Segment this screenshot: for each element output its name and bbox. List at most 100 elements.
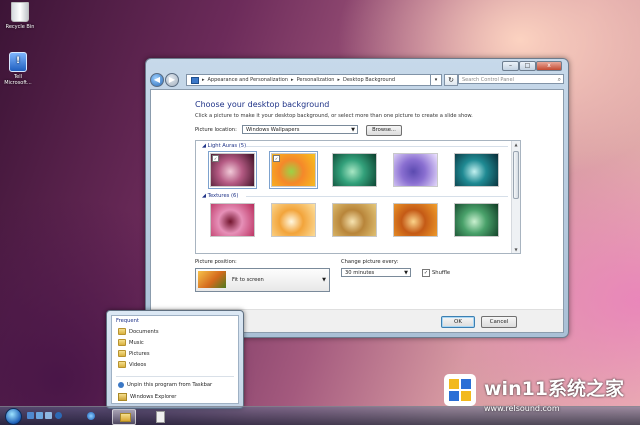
thumbnail-checkbox[interactable]: ✓ <box>212 155 219 162</box>
quick-launch-icon[interactable] <box>45 412 52 419</box>
wallpaper-thumbnail[interactable] <box>454 153 499 187</box>
cancel-button[interactable]: Cancel <box>481 316 517 328</box>
folder-icon <box>118 350 126 357</box>
wallpaper-thumbnail[interactable] <box>393 153 438 187</box>
group-header-light-auras[interactable]: ◢ Light Auras (5) <box>202 143 246 149</box>
window-controls: – □ x <box>502 61 562 71</box>
browse-button[interactable]: Browse... <box>366 125 402 136</box>
tell-microsoft-desktop-icon[interactable]: ! Tell Microsoft... <box>1 52 35 86</box>
windows-explorer-item[interactable]: Windows Explorer <box>118 393 176 401</box>
thumbnail-checkbox[interactable]: ✓ <box>273 155 280 162</box>
folder-icon <box>118 339 126 346</box>
group-header-textures[interactable]: ◢ Textures (6) <box>202 193 238 199</box>
internet-explorer-icon[interactable] <box>55 412 62 419</box>
page-title: Choose your desktop background <box>195 100 330 109</box>
jump-item-label: Documents <box>129 328 159 335</box>
feedback-icon: ! <box>9 52 27 72</box>
wallpaper-thumbnail[interactable] <box>210 203 255 237</box>
show-desktop-icon[interactable] <box>27 412 34 419</box>
jump-list-section-title: Frequent <box>116 318 139 324</box>
close-button[interactable]: x <box>536 61 562 71</box>
maximize-button[interactable]: □ <box>519 61 536 71</box>
wallpaper-thumbnail[interactable] <box>332 203 377 237</box>
scroll-up-arrow-icon[interactable]: ▲ <box>512 142 520 147</box>
windows-logo-icon <box>444 374 476 406</box>
jump-item-documents[interactable]: Documents <box>118 328 159 335</box>
taskbar-control-panel[interactable] <box>148 409 170 423</box>
control-panel-icon <box>191 76 199 84</box>
wallpaper-thumbnail[interactable] <box>393 203 438 237</box>
picture-location-label: Picture location: <box>195 127 237 133</box>
collapse-triangle-icon: ◢ <box>202 143 206 149</box>
watermark-url: www.relsound.com <box>484 404 560 413</box>
watermark-title: win11系统之家 <box>484 378 625 400</box>
document-icon <box>156 411 165 423</box>
folder-icon <box>120 413 131 422</box>
jump-task-label: Windows Explorer <box>130 394 177 400</box>
desktop-icon-label: Recycle Bin <box>5 24 35 30</box>
ok-button[interactable]: OK <box>441 316 475 328</box>
picture-position-select[interactable]: Fit to screen ▼ <box>195 268 330 292</box>
jump-item-pictures[interactable]: Pictures <box>118 350 150 357</box>
scroll-down-arrow-icon[interactable]: ▼ <box>512 247 520 252</box>
jump-item-videos[interactable]: Videos <box>118 361 146 368</box>
breadcrumb-personalization[interactable]: Personalization <box>297 77 335 83</box>
folder-icon <box>118 361 126 368</box>
search-icon: ⌕ <box>557 76 561 83</box>
breadcrumb-appearance[interactable]: Appearance and Personalization <box>208 77 289 83</box>
jump-list-divider <box>116 376 234 377</box>
unpin-from-taskbar-item[interactable]: Unpin this program from Taskbar <box>118 382 212 388</box>
picture-position-preview <box>198 271 226 288</box>
wallpaper-thumbnail[interactable] <box>332 153 377 187</box>
picture-location-value: Windows Wallpapers <box>246 127 300 133</box>
chevron-down-icon: ▼ <box>322 277 326 283</box>
folder-icon <box>118 328 126 335</box>
shuffle-option[interactable]: ✓ Shuffle <box>422 269 450 277</box>
minimize-button[interactable]: – <box>502 61 519 71</box>
search-input[interactable]: Search Control Panel ⌕ <box>458 74 564 84</box>
wallpaper-thumbnail[interactable]: ✓ <box>208 151 257 189</box>
group-name: Textures (6) <box>207 193 239 199</box>
taskbar-windows-explorer[interactable] <box>112 409 136 425</box>
breadcrumb-separator: ▸ <box>337 77 340 83</box>
recycle-bin-desktop-icon[interactable]: Recycle Bin <box>3 2 37 30</box>
desktop-background-window: – □ x ◀ ▶ ▸ Appearance and Personalizati… <box>145 58 569 338</box>
wallpaper-thumbnail[interactable]: ✓ <box>269 151 318 189</box>
content-pane: Choose your desktop background Click a p… <box>150 89 564 333</box>
switch-windows-icon[interactable] <box>36 412 43 419</box>
jump-item-label: Music <box>129 339 144 346</box>
wallpaper-gallery: ◢ Light Auras (5) ◢ Textures (6) ▲ ▼ ✓ ✓ <box>195 140 521 254</box>
refresh-button[interactable]: ↻ <box>444 74 458 86</box>
wallpaper-thumbnail[interactable] <box>210 253 255 254</box>
group-divider <box>246 146 508 147</box>
shuffle-checkbox[interactable]: ✓ <box>422 269 430 277</box>
chevron-down-icon: ▾ <box>434 77 438 83</box>
gallery-scrollbar[interactable]: ▲ ▼ <box>511 141 520 253</box>
picture-position-value: Fit to screen <box>232 277 264 283</box>
taskbar-internet-explorer[interactable] <box>80 409 102 423</box>
refresh-icon: ↻ <box>448 76 454 84</box>
picture-position-label: Picture position: <box>195 259 237 265</box>
jump-item-label: Videos <box>129 361 147 368</box>
group-divider <box>246 196 508 197</box>
wallpaper-thumbnail[interactable] <box>271 203 316 237</box>
explorer-jump-list: Frequent Documents Music Pictures Videos… <box>106 310 244 409</box>
desktop-icon-label: Tell Microsoft... <box>4 74 32 86</box>
forward-button[interactable]: ▶ <box>165 73 179 87</box>
chevron-down-icon: ▼ <box>404 270 408 276</box>
picture-location-select[interactable]: Windows Wallpapers ▼ <box>242 125 358 134</box>
search-placeholder: Search Control Panel <box>462 77 514 83</box>
breadcrumb-desktop-background[interactable]: Desktop Background <box>343 77 395 83</box>
wallpaper-thumbnail[interactable] <box>454 203 499 237</box>
address-bar[interactable]: ▸ Appearance and Personalization ▸ Perso… <box>186 74 436 86</box>
address-dropdown-button[interactable]: ▾ <box>430 74 442 86</box>
shuffle-label: Shuffle <box>432 270 451 276</box>
breadcrumb-separator: ▸ <box>202 77 205 83</box>
start-button[interactable] <box>5 408 22 425</box>
scrollbar-thumb[interactable] <box>513 151 519 199</box>
explorer-folder-icon <box>118 393 127 401</box>
jump-item-music[interactable]: Music <box>118 339 144 346</box>
change-interval-select[interactable]: 30 minutes ▼ <box>341 268 411 277</box>
site-watermark: win11系统之家 www.relsound.com <box>440 368 636 422</box>
back-button[interactable]: ◀ <box>150 73 164 87</box>
